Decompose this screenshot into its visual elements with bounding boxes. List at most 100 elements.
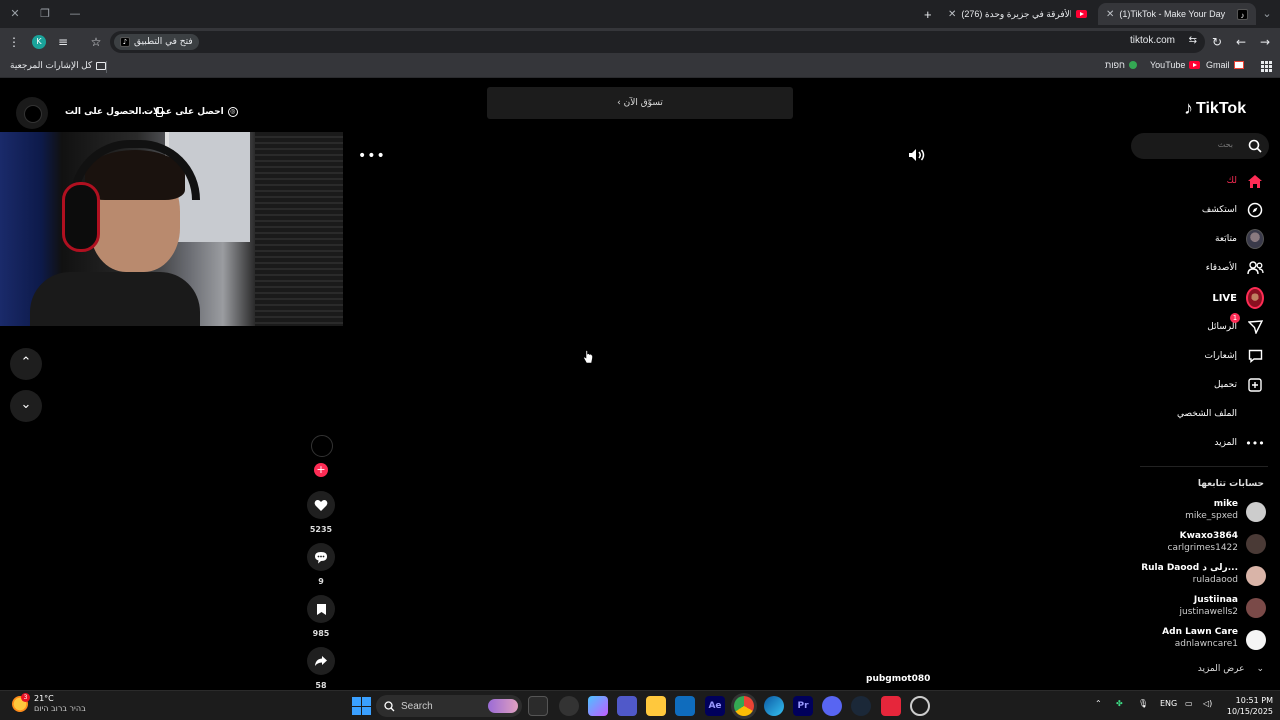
- copilot-icon[interactable]: [588, 696, 608, 716]
- app-icon[interactable]: [559, 696, 579, 716]
- site-settings-icon[interactable]: ⇆: [1189, 35, 1197, 46]
- tiktok-icon: ♪: [1237, 8, 1248, 20]
- follow-button[interactable]: +: [314, 463, 328, 477]
- nav-friends[interactable]: الأصدقاء: [1206, 258, 1264, 278]
- account-name: mike: [1213, 499, 1238, 509]
- speaker-icon[interactable]: ◁): [1203, 699, 1212, 708]
- shop-now-banner[interactable]: ‹ تسوّق الآن: [487, 87, 793, 119]
- windows-taskbar: 3 21°C בהיר ברוב היום Search Ae Pr ⌃ ✤ 🎙…: [0, 690, 1280, 720]
- search-input[interactable]: بحث: [1131, 133, 1269, 159]
- nav-live[interactable]: LIVE: [1212, 287, 1264, 309]
- live-avatar-icon: [1246, 287, 1264, 309]
- nav-more[interactable]: المزيد •••: [1214, 433, 1264, 453]
- tiktok-icon: ♪: [120, 37, 130, 47]
- chrome-icon[interactable]: [734, 696, 754, 716]
- profile-avatar[interactable]: K: [32, 35, 46, 49]
- followed-account[interactable]: Adn Lawn Care adnlawncare1: [1126, 627, 1266, 653]
- profile-icon: [1246, 405, 1264, 423]
- nav-messages[interactable]: الرسائل 1: [1207, 313, 1264, 337]
- followed-account[interactable]: Rula Daood رلى د... ruladaood: [1126, 563, 1266, 589]
- nav-explore[interactable]: استكشف: [1202, 200, 1264, 220]
- shop-now-label: تسوّق الآن: [623, 98, 663, 108]
- edge-icon[interactable]: [764, 696, 784, 716]
- see-more-label: عرض المزيد: [1197, 664, 1245, 674]
- nav-notifications[interactable]: إشعارات: [1205, 346, 1264, 366]
- volume-icon[interactable]: [908, 148, 926, 162]
- tab-tiktok[interactable]: ✕ (1)TikTok - Make Your Day ♪: [1098, 3, 1256, 25]
- network-icon[interactable]: ▭: [1185, 699, 1193, 708]
- app-red-icon[interactable]: [881, 696, 901, 716]
- back-icon[interactable]: ←: [1233, 34, 1249, 50]
- previous-video-button[interactable]: ⌃: [10, 348, 42, 380]
- after-effects-icon[interactable]: Ae: [705, 696, 725, 716]
- url-text: tiktok.com: [1129, 35, 1175, 46]
- nav-upload[interactable]: تحميل: [1214, 375, 1264, 395]
- settings-gear-icon[interactable]: [910, 696, 930, 716]
- bookmark-star-icon[interactable]: ☆: [88, 34, 104, 50]
- microphone-icon[interactable]: 🎙: [1138, 699, 1148, 708]
- bookmark-item[interactable]: חפות: [1105, 60, 1137, 70]
- share-button[interactable]: [307, 647, 335, 675]
- nav-label: متابَعة: [1215, 234, 1237, 244]
- start-button[interactable]: [351, 696, 371, 716]
- video-options-icon[interactable]: •••: [358, 148, 386, 164]
- discord-icon[interactable]: [822, 696, 842, 716]
- minimize-window-icon[interactable]: —: [67, 6, 83, 22]
- tiktok-logo[interactable]: ♪ TikTok: [1184, 98, 1246, 119]
- see-more-button[interactable]: عرض المزيد ⌄: [1198, 664, 1264, 674]
- followed-account[interactable]: Kwaxo3864 carlgrimes1422: [1126, 531, 1266, 557]
- followed-account[interactable]: Justiinaa justinawells2: [1126, 595, 1266, 621]
- address-bar[interactable]: ♪ فتح في التطبيق tiktok.com ⇆: [110, 31, 1205, 53]
- tab-title: (276) كل الأفرقة في جزيرة وحدة!: [961, 8, 1071, 19]
- nav-following[interactable]: متابَعة: [1215, 229, 1264, 249]
- save-button[interactable]: [307, 595, 335, 623]
- tab-search-icon[interactable]: ⌄: [1259, 6, 1275, 22]
- file-explorer-icon[interactable]: [646, 696, 666, 716]
- account-name: Kwaxo3864: [1179, 531, 1238, 541]
- followed-account[interactable]: mike mike_spxed: [1126, 499, 1266, 525]
- browser-menu-icon[interactable]: ⋮: [6, 34, 22, 50]
- reload-icon[interactable]: ↻: [1209, 34, 1225, 50]
- search-icon[interactable]: [1247, 138, 1263, 154]
- task-view-icon[interactable]: [528, 696, 548, 716]
- tray-overflow-icon[interactable]: ⌃: [1095, 699, 1102, 708]
- next-video-button[interactable]: ⌄: [10, 390, 42, 422]
- apps-grid-icon[interactable]: [1261, 61, 1272, 72]
- tab-youtube[interactable]: ✕ (276) كل الأفرقة في جزيرة وحدة!: [940, 3, 1095, 25]
- nav-profile[interactable]: الملف الشخصي: [1177, 404, 1264, 424]
- system-clock[interactable]: 10:51 PM 10/15/2025: [1225, 695, 1273, 717]
- restore-window-icon[interactable]: ❐: [37, 6, 53, 22]
- premiere-icon[interactable]: Pr: [793, 696, 813, 716]
- account-avatar: [1246, 534, 1266, 554]
- reading-list-icon[interactable]: ≡: [55, 34, 71, 50]
- new-tab-button[interactable]: +: [916, 3, 940, 25]
- video-author-name[interactable]: pubgmot080: [866, 674, 930, 684]
- tray-app-icon[interactable]: ✤: [1116, 699, 1123, 708]
- teams-icon[interactable]: [617, 696, 637, 716]
- store-icon[interactable]: [675, 696, 695, 716]
- nav-for-you[interactable]: لك: [1227, 171, 1264, 191]
- bookmark-gmail[interactable]: Gmail: [1206, 60, 1244, 70]
- comment-button[interactable]: [307, 543, 335, 571]
- open-in-app-button[interactable]: ♪ فتح في التطبيق: [114, 34, 199, 50]
- weather-widget[interactable]: 3 21°C בהיר ברוב היום: [12, 693, 86, 714]
- webcam-person-body: [30, 272, 200, 326]
- bookmark-icon: [316, 603, 326, 615]
- get-coins-button[interactable]: احصل على عملات ◎: [144, 104, 238, 120]
- close-tab-icon[interactable]: ✕: [1106, 9, 1114, 20]
- theme-toggle[interactable]: [16, 97, 48, 129]
- close-tab-icon[interactable]: ✕: [948, 9, 956, 20]
- open-in-app-label: فتح في التطبيق: [134, 37, 193, 47]
- close-window-icon[interactable]: ✕: [7, 6, 23, 22]
- comment-icon: [315, 551, 327, 563]
- bookmark-youtube[interactable]: YouTube: [1150, 60, 1201, 70]
- forward-icon[interactable]: →: [1257, 34, 1273, 50]
- steam-icon[interactable]: [851, 696, 871, 716]
- language-indicator[interactable]: ENG: [1160, 699, 1177, 708]
- like-button[interactable]: [307, 491, 335, 519]
- taskbar-search[interactable]: Search: [376, 695, 522, 717]
- all-bookmarks-button[interactable]: كل الإشارات المرجعية: [10, 60, 107, 71]
- search-icon: [384, 700, 395, 711]
- share-icon: [315, 656, 327, 666]
- author-avatar[interactable]: [311, 435, 333, 457]
